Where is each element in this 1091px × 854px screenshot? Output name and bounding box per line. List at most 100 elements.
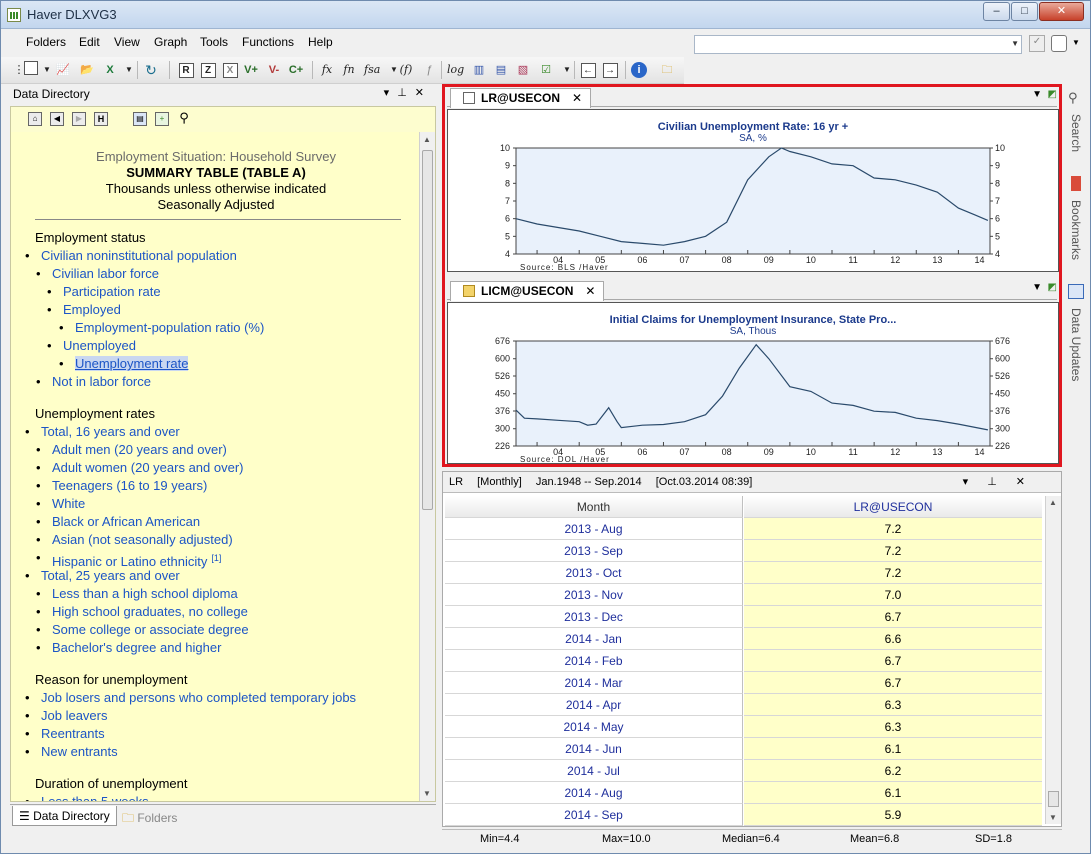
directory-link[interactable]: New entrants: [11, 743, 421, 761]
cell-value[interactable]: 6.1: [744, 782, 1042, 804]
menu-functions[interactable]: Functions: [242, 35, 294, 49]
scroll-down-icon[interactable]: ▼: [423, 789, 431, 798]
scroll-thumb[interactable]: [422, 150, 433, 510]
table-row[interactable]: 2014 - Jul 6.2: [445, 760, 1042, 782]
home-icon[interactable]: ⌂: [28, 112, 42, 126]
chevron-down-icon[interactable]: ▼: [121, 61, 137, 79]
directory-link[interactable]: Teenagers (16 to 19 years): [11, 477, 421, 495]
directory-link[interactable]: Job leavers: [11, 707, 421, 725]
cell-month[interactable]: 2013 - Aug: [445, 518, 743, 540]
cell-month[interactable]: 2013 - Dec: [445, 606, 743, 628]
forward-icon[interactable]: ▶: [72, 112, 86, 126]
cell-month[interactable]: 2014 - Jul: [445, 760, 743, 782]
table-row[interactable]: 2014 - May 6.3: [445, 716, 1042, 738]
directory-link[interactable]: Employed: [11, 301, 421, 319]
table-row[interactable]: 2014 - Feb 6.7: [445, 650, 1042, 672]
cell-month[interactable]: 2014 - May: [445, 716, 743, 738]
directory-link[interactable]: Total, 25 years and over: [11, 567, 421, 585]
table-row[interactable]: 2014 - Aug 6.1: [445, 782, 1042, 804]
directory-link[interactable]: Not in labor force: [11, 373, 421, 391]
log-button[interactable]: log: [447, 61, 464, 79]
cell-value[interactable]: 6.7: [744, 650, 1042, 672]
directory-link[interactable]: Less than 5 weeks: [11, 793, 421, 801]
maximize-button[interactable]: □: [1011, 2, 1038, 21]
cell-value[interactable]: 6.2: [744, 760, 1042, 782]
directory-link[interactable]: Some college or associate degree: [11, 621, 421, 639]
fsa-button[interactable]: fsa: [364, 61, 380, 79]
cell-month[interactable]: 2013 - Oct: [445, 562, 743, 584]
chart-initial-claims[interactable]: Initial Claims for Unemployment Insuranc…: [447, 302, 1059, 464]
cell-month[interactable]: 2014 - Mar: [445, 672, 743, 694]
side-tab-data-updates[interactable]: Data Updates: [1065, 282, 1087, 392]
directory-link[interactable]: Hispanic or Latino ethnicity[1]: [11, 549, 421, 569]
close-icon[interactable]: ✕: [415, 87, 432, 99]
close-icon[interactable]: ✕: [585, 284, 595, 298]
command-combo[interactable]: ▼: [694, 35, 1022, 54]
table-row[interactable]: 2013 - Nov 7.0: [445, 584, 1042, 606]
chevron-down-icon[interactable]: ▼: [39, 61, 55, 79]
directory-link[interactable]: Employment-population ratio (%): [11, 319, 421, 337]
column-header-month[interactable]: Month: [445, 496, 743, 518]
cell-month[interactable]: 2014 - Aug: [445, 782, 743, 804]
z-button[interactable]: Z: [200, 61, 216, 79]
directory-link[interactable]: White: [11, 495, 421, 513]
grid-scrollbar[interactable]: ▲ ▼: [1045, 496, 1061, 824]
forward-arrow-icon[interactable]: →: [602, 61, 618, 79]
table-row[interactable]: 2013 - Sep 7.2: [445, 540, 1042, 562]
side-tab-search[interactable]: ⚲ Search: [1065, 88, 1087, 168]
chart1-controls[interactable]: ▼ ◩: [1032, 89, 1057, 100]
directory-link[interactable]: Bachelor's degree and higher: [11, 639, 421, 657]
chevron-down-icon[interactable]: ▼: [1072, 38, 1080, 47]
directory-link[interactable]: Civilian noninstitutional population: [11, 247, 421, 265]
pin-icon[interactable]: ⊥: [397, 87, 415, 99]
cell-month[interactable]: 2014 - Apr: [445, 694, 743, 716]
cell-value[interactable]: 6.7: [744, 672, 1042, 694]
c-plus-button[interactable]: C+: [288, 61, 304, 79]
back-icon[interactable]: ◀: [50, 112, 64, 126]
close-icon[interactable]: ✕: [1016, 476, 1033, 488]
directory-link[interactable]: Total, 16 years and over: [11, 423, 421, 441]
cell-month[interactable]: 2014 - Jun: [445, 738, 743, 760]
cell-value[interactable]: 7.2: [744, 540, 1042, 562]
cell-month[interactable]: 2014 - Sep: [445, 804, 743, 826]
table-row[interactable]: 2013 - Dec 6.7: [445, 606, 1042, 628]
folder-open-icon[interactable]: 📂: [79, 61, 95, 79]
directory-link[interactable]: Unemployed: [11, 337, 421, 355]
area-chart-icon[interactable]: ▧: [515, 61, 531, 79]
tab-licm-usecon[interactable]: LICM@USECON ✕: [450, 281, 605, 301]
directory-link[interactable]: Black or African American: [11, 513, 421, 531]
menu-help[interactable]: Help: [308, 35, 333, 49]
menu-tools[interactable]: Tools: [200, 35, 228, 49]
chevron-down-icon[interactable]: ▼: [559, 61, 575, 79]
close-icon[interactable]: ✕: [572, 91, 582, 105]
cell-month[interactable]: 2013 - Sep: [445, 540, 743, 562]
v-plus-button[interactable]: V+: [243, 61, 259, 79]
cell-value[interactable]: 7.2: [744, 518, 1042, 540]
scroll-down-icon[interactable]: ▼: [1049, 813, 1057, 822]
back-arrow-icon[interactable]: ←: [580, 61, 596, 79]
chevron-down-icon[interactable]: ▾: [384, 87, 398, 99]
table-row[interactable]: 2013 - Oct 7.2: [445, 562, 1042, 584]
cell-month[interactable]: 2014 - Jan: [445, 628, 743, 650]
cell-value[interactable]: 6.7: [744, 606, 1042, 628]
menu-view[interactable]: View: [114, 35, 140, 49]
directory-link[interactable]: Adult men (20 years and over): [11, 441, 421, 459]
directory-link[interactable]: Asian (not seasonally adjusted): [11, 531, 421, 549]
cell-value[interactable]: 6.1: [744, 738, 1042, 760]
minimize-button[interactable]: –: [983, 2, 1010, 21]
tab-lr-usecon[interactable]: LR@USECON ✕: [450, 88, 592, 108]
cell-value[interactable]: 7.2: [744, 562, 1042, 584]
x-button[interactable]: X: [222, 61, 238, 79]
new-icon[interactable]: [23, 61, 39, 79]
chart-unemployment-rate[interactable]: Civilian Unemployment Rate: 16 yr + SA, %…: [447, 109, 1059, 272]
table-row[interactable]: 2014 - Apr 6.3: [445, 694, 1042, 716]
menu-graph[interactable]: Graph: [154, 35, 187, 49]
toc-icon[interactable]: ▤: [133, 112, 147, 126]
checkbox-icon[interactable]: [1051, 35, 1067, 52]
check-icon[interactable]: ✓: [1029, 35, 1045, 52]
tab-data-directory[interactable]: ☰ Data Directory: [12, 806, 117, 826]
table-row[interactable]: 2014 - Mar 6.7: [445, 672, 1042, 694]
cell-month[interactable]: 2014 - Feb: [445, 650, 743, 672]
cell-value[interactable]: 7.0: [744, 584, 1042, 606]
chevron-down-icon[interactable]: ▾: [963, 476, 977, 488]
